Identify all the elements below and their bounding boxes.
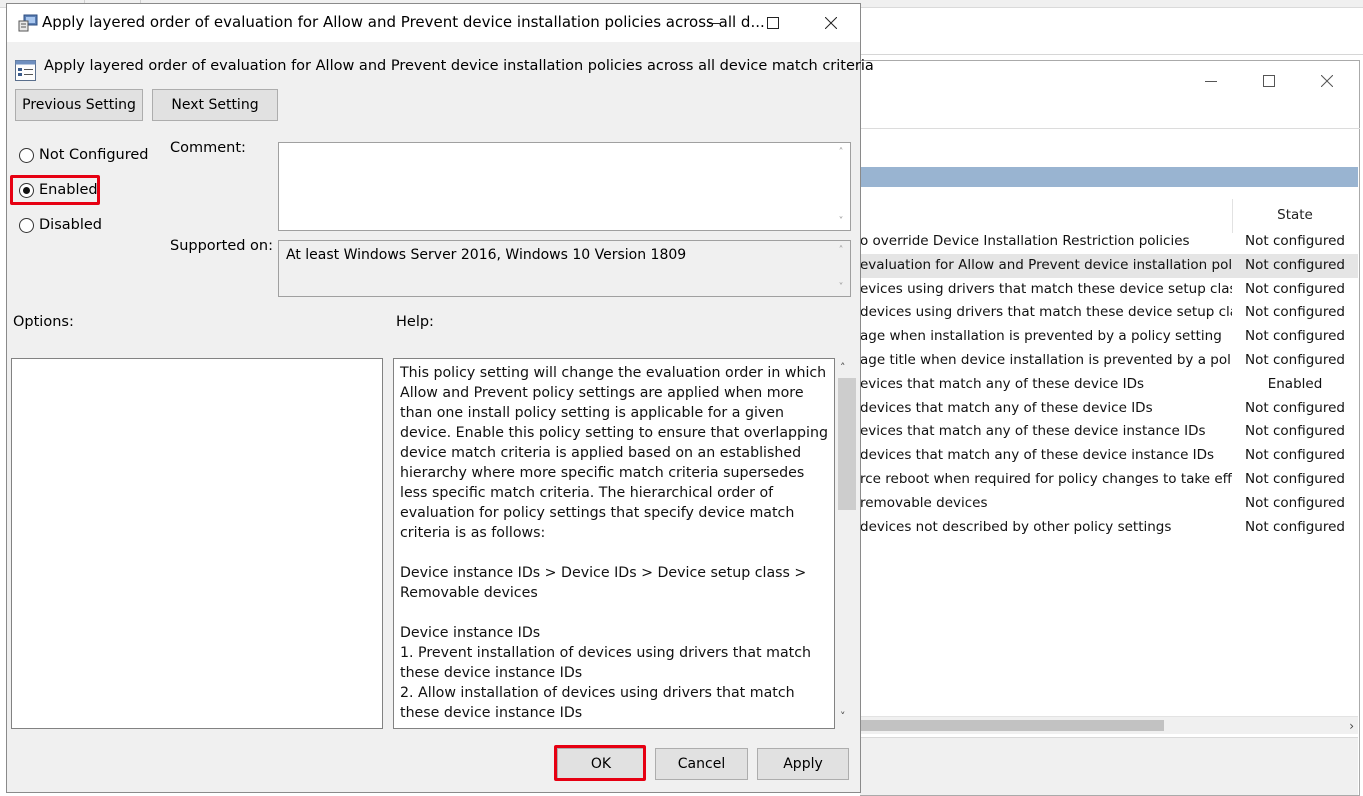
- policy-setting-dialog: Apply layered order of evaluation for Al…: [6, 3, 874, 793]
- supported-on-value: At least Windows Server 2016, Windows 10…: [286, 247, 687, 263]
- options-label: Options:: [13, 314, 74, 330]
- minimize-icon: [1205, 81, 1217, 82]
- apply-button[interactable]: Apply: [757, 748, 849, 780]
- comment-scrollbar[interactable]: ˄ ˅: [834, 147, 848, 227]
- radio-circle[interactable]: [19, 147, 34, 163]
- minimize-icon: [709, 23, 721, 24]
- scroll-up-icon[interactable]: ˄: [839, 147, 844, 158]
- policy-list: o override Device Installation Restricti…: [860, 230, 1358, 539]
- background-divider: [860, 54, 1363, 55]
- maximize-button[interactable]: [744, 4, 802, 42]
- policy-row[interactable]: devices that match any of these device i…: [860, 444, 1358, 468]
- bg-header-band: [860, 167, 1358, 187]
- radio-disabled[interactable]: Disabled: [19, 214, 102, 236]
- bg-horizontal-scrollbar[interactable]: ›: [860, 716, 1358, 734]
- title-bar[interactable]: Apply layered order of evaluation for Al…: [7, 4, 860, 42]
- close-icon: [1321, 75, 1333, 87]
- policy-app-icon: [18, 14, 38, 32]
- options-panel: [11, 358, 383, 729]
- help-text: This policy setting will change the eval…: [400, 365, 828, 721]
- help-panel[interactable]: This policy setting will change the eval…: [393, 358, 835, 729]
- policy-row[interactable]: removable devices Not configured: [860, 492, 1358, 516]
- bg-minimize-button[interactable]: [1182, 61, 1240, 101]
- help-scroll-thumb[interactable]: [838, 378, 856, 510]
- supported-on-field: At least Windows Server 2016, Windows 10…: [278, 240, 851, 297]
- policy-row-selected[interactable]: evaluation for Allow and Prevent device …: [860, 253, 1358, 278]
- bg-status-area: [860, 737, 1358, 795]
- supported-on-label: Supported on:: [170, 238, 274, 254]
- setting-name: Apply layered order of evaluation for Al…: [44, 58, 874, 74]
- policy-row[interactable]: evices that match any of these device ID…: [860, 373, 1358, 397]
- scroll-down-icon[interactable]: ˅: [839, 282, 844, 293]
- bg-close-button[interactable]: [1298, 61, 1356, 101]
- cancel-button[interactable]: Cancel: [655, 748, 748, 780]
- maximize-icon: [767, 17, 779, 29]
- policy-row[interactable]: devices not described by other policy se…: [860, 516, 1358, 540]
- policy-row[interactable]: devices using drivers that match these d…: [860, 301, 1358, 325]
- policy-row[interactable]: o override Device Installation Restricti…: [860, 230, 1358, 254]
- policy-setting-icon: [15, 60, 36, 81]
- scroll-up-icon[interactable]: ˄: [839, 245, 844, 256]
- bg-toolbar: [860, 101, 1360, 129]
- ok-highlight-box: [554, 745, 646, 781]
- minimize-button[interactable]: [686, 4, 744, 42]
- scroll-down-icon[interactable]: ˅: [839, 216, 844, 227]
- help-label: Help:: [396, 314, 434, 330]
- enabled-highlight-box: [10, 175, 100, 205]
- dialog-title: Apply layered order of evaluation for Al…: [42, 13, 765, 31]
- previous-setting-button[interactable]: Previous Setting: [15, 89, 143, 121]
- bg-maximize-button[interactable]: [1240, 61, 1298, 101]
- comment-textarea[interactable]: ˄ ˅: [278, 142, 851, 231]
- scroll-up-icon[interactable]: ˄: [840, 361, 846, 374]
- radio-not-configured[interactable]: Not Configured: [19, 144, 149, 166]
- policy-row[interactable]: age when installation is prevented by a …: [860, 325, 1358, 349]
- state-column-header[interactable]: State: [1232, 207, 1358, 223]
- policy-row[interactable]: evices that match any of these device in…: [860, 420, 1358, 444]
- close-button[interactable]: [802, 4, 860, 42]
- close-icon: [825, 17, 837, 29]
- policy-row[interactable]: devices that match any of these device I…: [860, 397, 1358, 421]
- policy-row[interactable]: evices using drivers that match these de…: [860, 278, 1358, 302]
- background-policy-window: State o override Device Installation Res…: [860, 60, 1360, 796]
- supported-scrollbar[interactable]: ˄ ˅: [834, 245, 848, 293]
- help-scrollbar[interactable]: ˄ ˅: [837, 358, 856, 729]
- policy-row[interactable]: rce reboot when required for policy chan…: [860, 468, 1358, 492]
- policy-row[interactable]: age title when device installation is pr…: [860, 349, 1358, 373]
- maximize-icon: [1263, 75, 1275, 87]
- next-setting-button[interactable]: Next Setting: [152, 89, 278, 121]
- radio-circle[interactable]: [19, 217, 34, 233]
- comment-label: Comment:: [170, 140, 246, 156]
- scroll-right-icon[interactable]: ›: [1349, 717, 1354, 735]
- bg-scroll-thumb[interactable]: [860, 720, 1164, 731]
- scroll-down-icon[interactable]: ˅: [840, 710, 846, 723]
